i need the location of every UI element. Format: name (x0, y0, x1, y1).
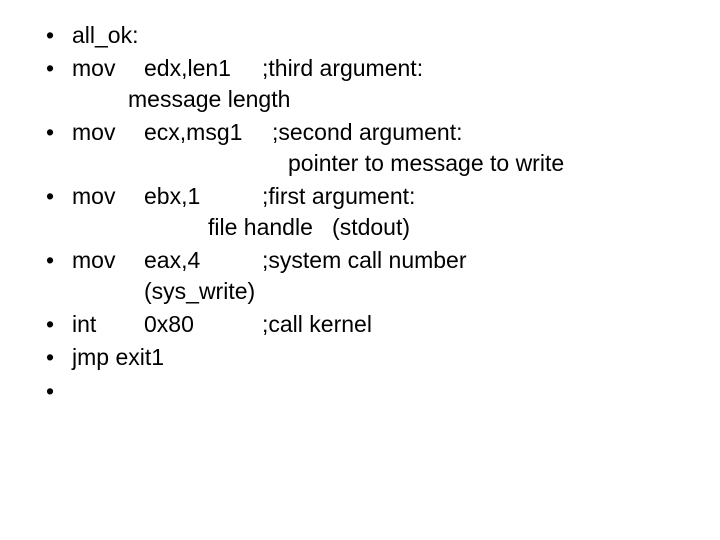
code-text: ;third argument: (262, 55, 423, 81)
list-item: movedx,len1;third argument: message leng… (36, 53, 700, 115)
code-text: mov (72, 117, 144, 148)
slide: all_ok: movedx,len1;third argument: mess… (0, 0, 720, 407)
code-text: message length (108, 84, 290, 115)
code-text: jmp exit1 (72, 344, 164, 370)
code-text: edx,len1 (144, 53, 262, 84)
bullet-list: all_ok: movedx,len1;third argument: mess… (36, 20, 700, 407)
code-text: ebx,1 (144, 181, 262, 212)
code-text: (sys_write) (108, 276, 255, 307)
list-item (36, 376, 700, 407)
list-item: movebx,1;first argument: file handle (st… (36, 181, 700, 243)
code-text: eax,4 (144, 245, 262, 276)
list-item: moveax,4;system call number (sys_write) (36, 245, 700, 307)
code-text: ;call kernel (262, 311, 372, 337)
code-text: ;second argument: (272, 119, 463, 145)
code-text: all_ok: (72, 22, 138, 48)
list-item: movecx,msg1;second argument: pointer to … (36, 117, 700, 179)
code-text: ecx,msg1 (144, 117, 272, 148)
code-text: mov (72, 181, 144, 212)
code-text: mov (72, 53, 144, 84)
code-text: 0x80 (144, 309, 262, 340)
list-item: jmp exit1 (36, 342, 700, 373)
code-text: ;system call number (262, 247, 467, 273)
code-text: pointer to message to write (108, 148, 564, 179)
code-text (72, 378, 78, 404)
code-text: mov (72, 245, 144, 276)
code-text: int (72, 309, 144, 340)
list-item: int0x80;call kernel (36, 309, 700, 340)
list-item: all_ok: (36, 20, 700, 51)
code-text: (stdout) (332, 214, 410, 240)
code-text: ;first argument: (262, 183, 415, 209)
code-text: file handle (108, 212, 313, 243)
